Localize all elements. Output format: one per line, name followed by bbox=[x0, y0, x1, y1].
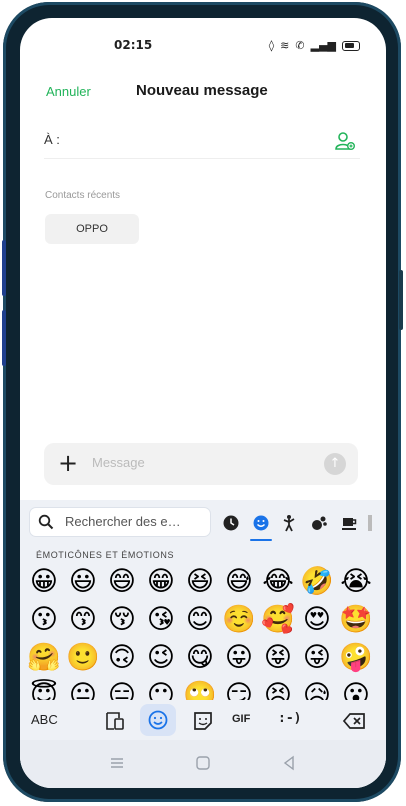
clipboard-icon[interactable] bbox=[102, 708, 128, 734]
page-title: Nouveau message bbox=[136, 82, 268, 99]
emoji-key[interactable]: 😆 bbox=[183, 565, 217, 599]
smiley-category-icon[interactable] bbox=[252, 514, 270, 532]
message-input[interactable]: Message bbox=[92, 455, 145, 470]
screen: 02:15 ◊ ≋ ✆ ▂▄▆ Annuler Nouveau message … bbox=[20, 18, 386, 788]
add-attachment-icon[interactable]: + bbox=[58, 449, 78, 477]
recipient-field[interactable]: À : bbox=[44, 126, 360, 159]
emoji-keyboard: Rechercher des e… ÉMOTICÔNES ET ÉMOTIONS… bbox=[20, 500, 386, 788]
contact-chip-oppo[interactable]: OPPO bbox=[45, 214, 139, 244]
emoji-key[interactable]: 😙 bbox=[66, 603, 100, 637]
more-categories-icon[interactable] bbox=[368, 515, 372, 531]
emoji-key[interactable]: 😑 bbox=[105, 679, 139, 700]
emoji-key[interactable]: 😉 bbox=[144, 641, 178, 675]
menu-nav-icon[interactable] bbox=[108, 754, 126, 772]
message-composer[interactable]: + Message ↑ bbox=[44, 443, 358, 485]
emoji-key[interactable]: 😛 bbox=[222, 641, 256, 675]
alarm-icon: ◊ bbox=[268, 39, 275, 52]
emoji-key[interactable]: ☺️ bbox=[222, 603, 256, 637]
emoji-search-input[interactable]: Rechercher des e… bbox=[30, 508, 210, 536]
emoji-key[interactable]: 😥 bbox=[300, 679, 334, 700]
emoji-key[interactable]: 😗 bbox=[27, 603, 61, 637]
power-button bbox=[399, 270, 403, 330]
header: Annuler Nouveau message bbox=[20, 80, 386, 106]
emoji-key-icon[interactable] bbox=[145, 707, 171, 733]
emoji-key[interactable]: 😚 bbox=[105, 603, 139, 637]
emoji-key[interactable]: 😶 bbox=[144, 679, 178, 700]
emoji-key[interactable]: 😘 bbox=[144, 603, 178, 637]
animals-category-icon[interactable] bbox=[310, 514, 328, 532]
keyboard-bottom-row: ABC GIF :-) bbox=[20, 700, 386, 740]
backspace-icon[interactable] bbox=[342, 708, 368, 734]
emoji-key[interactable]: 😋 bbox=[183, 641, 217, 675]
emoji-key[interactable]: 🙂 bbox=[66, 641, 100, 675]
status-bar: 02:15 ◊ ≋ ✆ ▂▄▆ bbox=[20, 36, 386, 56]
signal-icon: ▂▄▆ bbox=[310, 39, 336, 52]
emoji-key[interactable]: 😊 bbox=[183, 603, 217, 637]
emoji-key[interactable]: 🙃 bbox=[105, 641, 139, 675]
emoji-key[interactable]: 🥰 bbox=[261, 603, 295, 637]
search-icon bbox=[38, 514, 54, 530]
recipient-label: À : bbox=[44, 132, 60, 147]
volume-down-button bbox=[2, 310, 6, 366]
gif-key[interactable]: GIF bbox=[232, 713, 250, 725]
volume-button bbox=[2, 240, 6, 296]
emoji-key[interactable]: 😏 bbox=[222, 679, 256, 700]
emoji-grid: 😀 😃 😄 😁 😆 😅 😂 🤣 😭 😗 😙 😚 😘 😊 ☺️ 🥰 😍 🤩 🤗 🙂 🙃 😉 😋 😛 😝 😜 🤪 😇 😐 😑 😶 🙄 😏 😣 😥 😮 bbox=[27, 560, 379, 700]
emoji-key[interactable]: 😁 bbox=[144, 565, 178, 599]
recent-contacts-label: Contacts récents bbox=[45, 190, 121, 201]
emoji-key[interactable]: 🙄 bbox=[183, 679, 217, 700]
emoji-key[interactable]: 😂 bbox=[261, 565, 295, 599]
emoji-key[interactable]: 😝 bbox=[261, 641, 295, 675]
emoji-key[interactable]: 😭 bbox=[339, 565, 373, 599]
back-nav-icon[interactable] bbox=[280, 754, 298, 772]
emoji-section-label: ÉMOTICÔNES ET ÉMOTIONS bbox=[36, 550, 175, 560]
wifi-icon: ≋ bbox=[280, 39, 290, 52]
abc-key[interactable]: ABC bbox=[31, 712, 58, 727]
status-time: 02:15 bbox=[114, 38, 153, 52]
emoji-key[interactable]: 😐 bbox=[66, 679, 100, 700]
send-icon[interactable]: ↑ bbox=[324, 453, 346, 475]
emoji-key[interactable]: 😣 bbox=[261, 679, 295, 700]
cancel-button[interactable]: Annuler bbox=[46, 84, 91, 99]
system-nav-bar bbox=[20, 740, 386, 788]
add-contact-icon[interactable] bbox=[334, 130, 356, 152]
emoji-search-placeholder: Rechercher des e… bbox=[65, 514, 181, 529]
emoji-key[interactable]: 😃 bbox=[66, 565, 100, 599]
sticker-icon[interactable] bbox=[190, 708, 216, 734]
call-icon: ✆ bbox=[295, 39, 305, 52]
active-category-indicator bbox=[250, 539, 272, 541]
emoji-key[interactable]: 🤩 bbox=[339, 603, 373, 637]
emoji-key[interactable]: 🤪 bbox=[339, 641, 373, 675]
people-category-icon[interactable] bbox=[280, 514, 298, 532]
emoji-key[interactable]: 😇 bbox=[27, 679, 61, 700]
home-nav-icon[interactable] bbox=[194, 754, 212, 772]
emoji-key[interactable]: 🤗 bbox=[27, 641, 61, 675]
food-category-icon[interactable] bbox=[340, 514, 358, 532]
emoji-key[interactable]: 😅 bbox=[222, 565, 256, 599]
emoji-key[interactable]: 😀 bbox=[27, 565, 61, 599]
emoji-key[interactable]: 😄 bbox=[105, 565, 139, 599]
battery-icon bbox=[342, 40, 360, 51]
emoji-key[interactable]: 😜 bbox=[300, 641, 334, 675]
emoticon-key[interactable]: :-) bbox=[278, 711, 301, 726]
emoji-toolbar: Rechercher des e… bbox=[30, 506, 386, 541]
status-icons: ◊ ≋ ✆ ▂▄▆ bbox=[269, 39, 360, 52]
recent-clock-icon[interactable] bbox=[222, 514, 240, 532]
emoji-key[interactable]: 🤣 bbox=[300, 565, 334, 599]
emoji-key[interactable]: 😮 bbox=[339, 679, 373, 700]
emoji-key[interactable]: 😍 bbox=[300, 603, 334, 637]
